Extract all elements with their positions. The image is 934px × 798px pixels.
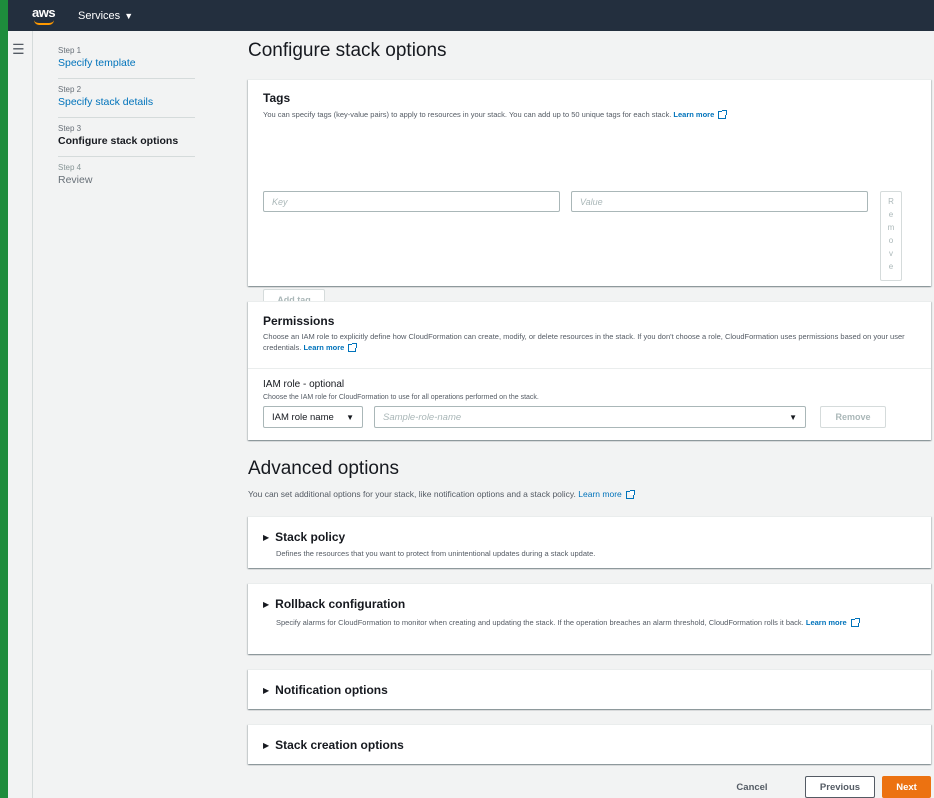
caret-right-icon: ▶: [263, 532, 270, 542]
rollback-description-row: Specify alarms for CloudFormation to mon…: [276, 617, 916, 628]
tags-description: You can specify tags (key-value pairs) t…: [263, 110, 672, 119]
step-4: Step 4 Review: [58, 157, 195, 195]
stack-policy-title: Stack policy: [275, 530, 346, 544]
caret-right-icon: ▶: [263, 685, 270, 695]
side-navigation-strip: ☰: [8, 31, 33, 798]
permissions-divider: [248, 368, 931, 369]
tags-title: Tags: [263, 91, 291, 105]
step-2[interactable]: Step 2 Specify stack details: [58, 79, 195, 118]
advanced-options-description-row: You can set additional options for your …: [248, 489, 636, 499]
cancel-button[interactable]: Cancel: [722, 776, 782, 798]
step-number: Step 3: [58, 124, 82, 133]
caret-right-icon: ▶: [263, 599, 270, 609]
stack-creation-options-section[interactable]: ▶ Stack creation options: [248, 724, 931, 764]
remove-tag-button[interactable]: Remove: [880, 191, 902, 281]
tags-panel: Tags You can specify tags (key-value pai…: [248, 79, 931, 311]
iam-remove-button[interactable]: Remove: [820, 406, 886, 428]
tag-value-input[interactable]: Value: [571, 191, 868, 212]
chevron-down-icon: ▼: [789, 412, 797, 422]
aws-smile-icon: [34, 20, 54, 25]
services-menu-button[interactable]: Services ▼: [78, 10, 133, 22]
rollback-configuration-section[interactable]: ▶ Rollback configuration Specify alarms …: [248, 583, 931, 654]
remove-label-letters: Remove: [887, 197, 895, 271]
rollback-configuration-title: Rollback configuration: [275, 597, 406, 611]
rollback-description: Specify alarms for CloudFormation to mon…: [276, 618, 804, 627]
step-label-configure-stack-options: Configure stack options: [58, 135, 179, 147]
chevron-down-icon: ▼: [346, 412, 354, 422]
stack-creation-options-header[interactable]: ▶ Stack creation options: [263, 738, 404, 752]
advanced-options-title: Advanced options: [248, 458, 400, 479]
notification-options-header[interactable]: ▶ Notification options: [263, 683, 388, 697]
permissions-learn-more-link[interactable]: Learn more: [303, 343, 344, 352]
external-link-icon: [850, 618, 860, 628]
external-link-icon: [348, 343, 358, 353]
rollback-learn-more-link[interactable]: Learn more: [806, 618, 847, 627]
step-3-current: Step 3 Configure stack options: [58, 118, 195, 157]
stack-creation-options-title: Stack creation options: [275, 738, 404, 752]
step-link-specify-template[interactable]: Specify template: [58, 57, 195, 69]
stack-policy-description: Defines the resources that you want to p…: [276, 549, 596, 558]
step-number: Step 2: [58, 85, 82, 94]
iam-role-label: IAM role - optional: [263, 379, 345, 390]
advanced-options-description: You can set additional options for your …: [248, 489, 576, 499]
iam-role-hint: Choose the IAM role for CloudFormation t…: [263, 394, 539, 401]
caret-right-icon: ▶: [263, 740, 270, 750]
top-navigation-bar: aws Services ▼: [8, 0, 934, 31]
hamburger-menu-icon[interactable]: ☰: [12, 41, 25, 58]
wizard-steps: Step 1 Specify template Step 2 Specify s…: [58, 40, 195, 195]
rollback-configuration-header[interactable]: ▶ Rollback configuration: [263, 597, 405, 611]
advanced-learn-more-link[interactable]: Learn more: [578, 489, 621, 499]
iam-role-placeholder: Sample-role-name: [383, 411, 462, 423]
iam-role-name-select[interactable]: Sample-role-name ▼: [374, 406, 806, 428]
tag-key-input[interactable]: Key: [263, 191, 560, 212]
permissions-description: Choose an IAM role to explicitly define …: [263, 332, 905, 352]
stack-policy-header[interactable]: ▶ Stack policy: [263, 530, 345, 544]
caret-down-icon: ▼: [124, 10, 134, 21]
aws-logo[interactable]: aws: [32, 5, 60, 27]
step-link-specify-stack-details[interactable]: Specify stack details: [58, 96, 195, 108]
aws-logo-text: aws: [32, 4, 56, 20]
services-label: Services: [78, 9, 121, 22]
step-number: Step 1: [58, 46, 82, 55]
external-link-icon: [626, 489, 636, 499]
notification-options-title: Notification options: [275, 683, 388, 697]
external-link-icon: [718, 110, 728, 120]
previous-button[interactable]: Previous: [805, 776, 875, 798]
permissions-description-row: Choose an IAM role to explicitly define …: [263, 331, 918, 353]
main-content: Configure stack options Tags You can spe…: [248, 40, 931, 798]
iam-role-type-select[interactable]: IAM role name ▼: [263, 406, 363, 428]
permissions-panel: Permissions Choose an IAM role to explic…: [248, 301, 931, 440]
step-number: Step 4: [58, 163, 82, 172]
tags-learn-more-link[interactable]: Learn more: [673, 110, 714, 119]
step-label-review: Review: [58, 174, 93, 186]
next-button[interactable]: Next: [882, 776, 931, 798]
step-1[interactable]: Step 1 Specify template: [58, 40, 195, 79]
tags-description-row: You can specify tags (key-value pairs) t…: [263, 109, 918, 120]
notification-options-section[interactable]: ▶ Notification options: [248, 669, 931, 709]
stack-policy-section[interactable]: ▶ Stack policy Defines the resources tha…: [248, 516, 931, 568]
permissions-title: Permissions: [263, 314, 335, 328]
page-title: Configure stack options: [248, 40, 447, 61]
iam-role-type-value: IAM role name: [272, 411, 334, 423]
left-edge-stripe: [0, 0, 8, 798]
